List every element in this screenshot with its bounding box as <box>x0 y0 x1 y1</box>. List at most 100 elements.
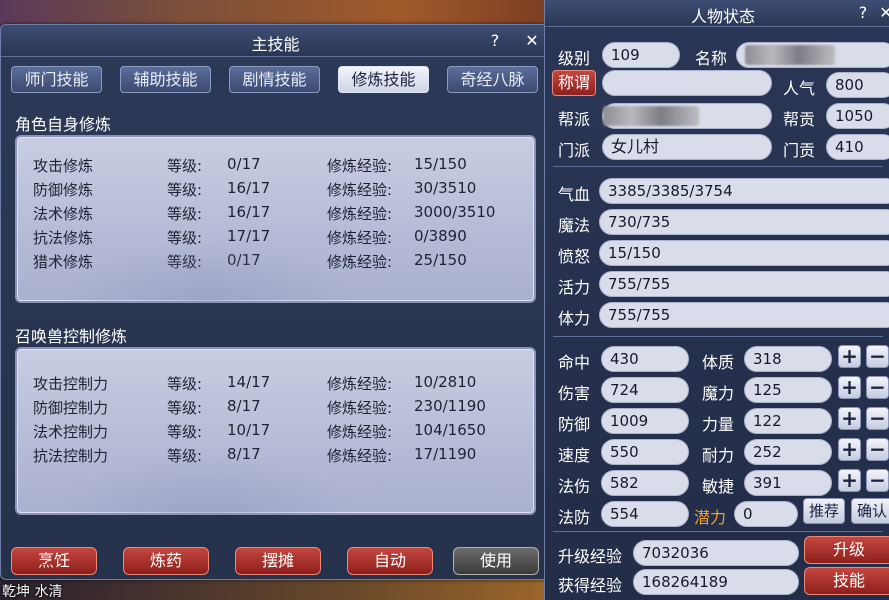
magic-defense-label: 法防 <box>558 508 591 527</box>
upgrade-exp-field: 7032036 <box>633 540 799 566</box>
constitution-plus-button[interactable]: + <box>838 345 861 368</box>
exp-label: 修炼经验: <box>327 375 393 393</box>
defense-label: 防御 <box>558 415 591 434</box>
skills-window-title: 主技能 <box>251 35 300 54</box>
level-value: 8/17 <box>227 445 261 463</box>
divider <box>553 336 883 337</box>
magic-power-minus-button[interactable]: − <box>866 376 889 399</box>
strength-plus-button[interactable]: + <box>838 407 861 430</box>
constitution-field: 318 <box>744 346 832 372</box>
confirm-button[interactable]: 确认 <box>851 498 889 524</box>
school-contrib-field: 410 <box>826 134 889 160</box>
constitution-minus-button[interactable]: − <box>866 345 889 368</box>
help-icon[interactable]: ? <box>852 2 874 24</box>
agility-field: 391 <box>744 470 832 496</box>
recommend-button[interactable]: 推荐 <box>803 498 845 524</box>
help-icon[interactable]: ? <box>484 30 506 52</box>
stamina-label: 体力 <box>558 309 591 328</box>
level-value: 16/17 <box>227 179 271 197</box>
strength-minus-button[interactable]: − <box>866 407 889 430</box>
level-value: 0/17 <box>227 251 261 269</box>
agility-plus-button[interactable]: + <box>838 469 861 492</box>
list-item[interactable]: 攻击修炼 等级: 0/17 修炼经验: 15/150 <box>17 155 534 179</box>
magic-damage-label: 法伤 <box>558 477 591 496</box>
level-label: 等级: <box>167 399 203 417</box>
level-label: 等级: <box>167 447 203 465</box>
constitution-label: 体质 <box>702 353 735 372</box>
name-label: 名称 <box>695 49 728 68</box>
exp-value: 17/1190 <box>414 445 477 463</box>
endurance-field: 252 <box>744 439 832 465</box>
skill-name: 法术修炼 <box>33 205 94 223</box>
hit-label: 命中 <box>558 353 591 372</box>
magic-power-field: 125 <box>744 377 832 403</box>
close-icon[interactable]: ✕ <box>875 2 889 24</box>
exp-value: 230/1190 <box>414 397 486 415</box>
endurance-minus-button[interactable]: − <box>866 438 889 461</box>
self-cultivation-title: 角色自身修炼 <box>15 115 112 134</box>
exp-label: 修炼经验: <box>327 205 393 223</box>
divider <box>553 531 883 532</box>
anger-label: 愤怒 <box>558 247 591 266</box>
speed-field: 550 <box>601 439 689 465</box>
magic-power-plus-button[interactable]: + <box>838 376 861 399</box>
title-button[interactable]: 称谓 <box>552 70 596 96</box>
skill-name: 攻击控制力 <box>33 375 109 393</box>
level-value: 16/17 <box>227 203 271 221</box>
strength-label: 力量 <box>702 415 735 434</box>
hp-label: 气血 <box>558 185 591 204</box>
stall-button[interactable]: 摆摊 <box>235 547 321 575</box>
auto-button[interactable]: 自动 <box>347 547 433 575</box>
exp-value: 3000/3510 <box>414 203 496 221</box>
agility-minus-button[interactable]: − <box>866 469 889 492</box>
alchemy-button[interactable]: 炼药 <box>123 547 209 575</box>
exp-value: 10/2810 <box>414 373 477 391</box>
skills-button[interactable]: 技能 <box>804 567 889 595</box>
tab-assist-skills[interactable]: 辅助技能 <box>120 66 211 93</box>
hp-field: 3385/3385/3754 <box>599 178 889 204</box>
magic-defense-field: 554 <box>601 501 689 527</box>
exp-value: 0/3890 <box>414 227 467 245</box>
upgrade-button[interactable]: 升级 <box>804 536 889 564</box>
exp-value: 104/1650 <box>414 421 486 439</box>
hit-field: 430 <box>601 346 689 372</box>
status-window-titlebar[interactable]: 人物状态 ? ✕ <box>545 0 889 27</box>
list-item[interactable]: 攻击控制力 等级: 14/17 修炼经验: 10/2810 <box>17 373 534 397</box>
skill-name: 抗法控制力 <box>33 447 109 465</box>
mp-field: 730/735 <box>599 209 889 235</box>
mp-label: 魔法 <box>558 216 591 235</box>
popularity-label: 人气 <box>783 79 816 98</box>
defense-field: 1009 <box>601 408 689 434</box>
level-label: 等级: <box>167 423 203 441</box>
exp-value: 15/150 <box>414 155 467 173</box>
exp-value: 25/150 <box>414 251 467 269</box>
endurance-plus-button[interactable]: + <box>838 438 861 461</box>
tab-story-skills[interactable]: 剧情技能 <box>229 66 320 93</box>
list-item[interactable]: 抗法控制力 等级: 8/17 修炼经验: 17/1190 <box>17 445 534 469</box>
tab-meridians[interactable]: 奇经八脉 <box>447 66 538 93</box>
skill-name: 猎术修炼 <box>33 253 94 271</box>
level-value: 8/17 <box>227 397 261 415</box>
level-label: 等级: <box>167 229 203 247</box>
level-label: 等级: <box>167 157 203 175</box>
potential-field: 0 <box>734 501 798 527</box>
title-field <box>602 70 772 96</box>
list-item[interactable]: 法术控制力 等级: 10/17 修炼经验: 104/1650 <box>17 421 534 445</box>
speed-label: 速度 <box>558 446 591 465</box>
tab-school-skills[interactable]: 师门技能 <box>11 66 102 93</box>
gained-exp-field: 168264189 <box>633 569 799 595</box>
level-value: 10/17 <box>227 421 271 439</box>
list-item[interactable]: 防御修炼 等级: 16/17 修炼经验: 30/3510 <box>17 179 534 203</box>
self-cultivation-panel: 攻击修炼 等级: 0/17 修炼经验: 15/150 防御修炼 等级: 16/1… <box>15 135 536 303</box>
school-field: 女儿村 <box>602 134 772 160</box>
tab-cultivation-skills[interactable]: 修炼技能 <box>338 66 429 93</box>
list-item[interactable]: 抗法修炼 等级: 17/17 修炼经验: 0/3890 <box>17 227 534 251</box>
list-item[interactable]: 法术修炼 等级: 16/17 修炼经验: 3000/3510 <box>17 203 534 227</box>
name-field <box>736 42 889 68</box>
cooking-button[interactable]: 烹饪 <box>11 547 97 575</box>
skills-window-titlebar[interactable]: 主技能 ? ✕ <box>1 25 550 57</box>
list-item[interactable]: 猎术修炼 等级: 0/17 修炼经验: 25/150 <box>17 251 534 275</box>
close-icon[interactable]: ✕ <box>521 30 543 52</box>
use-button[interactable]: 使用 <box>453 547 539 575</box>
list-item[interactable]: 防御控制力 等级: 8/17 修炼经验: 230/1190 <box>17 397 534 421</box>
